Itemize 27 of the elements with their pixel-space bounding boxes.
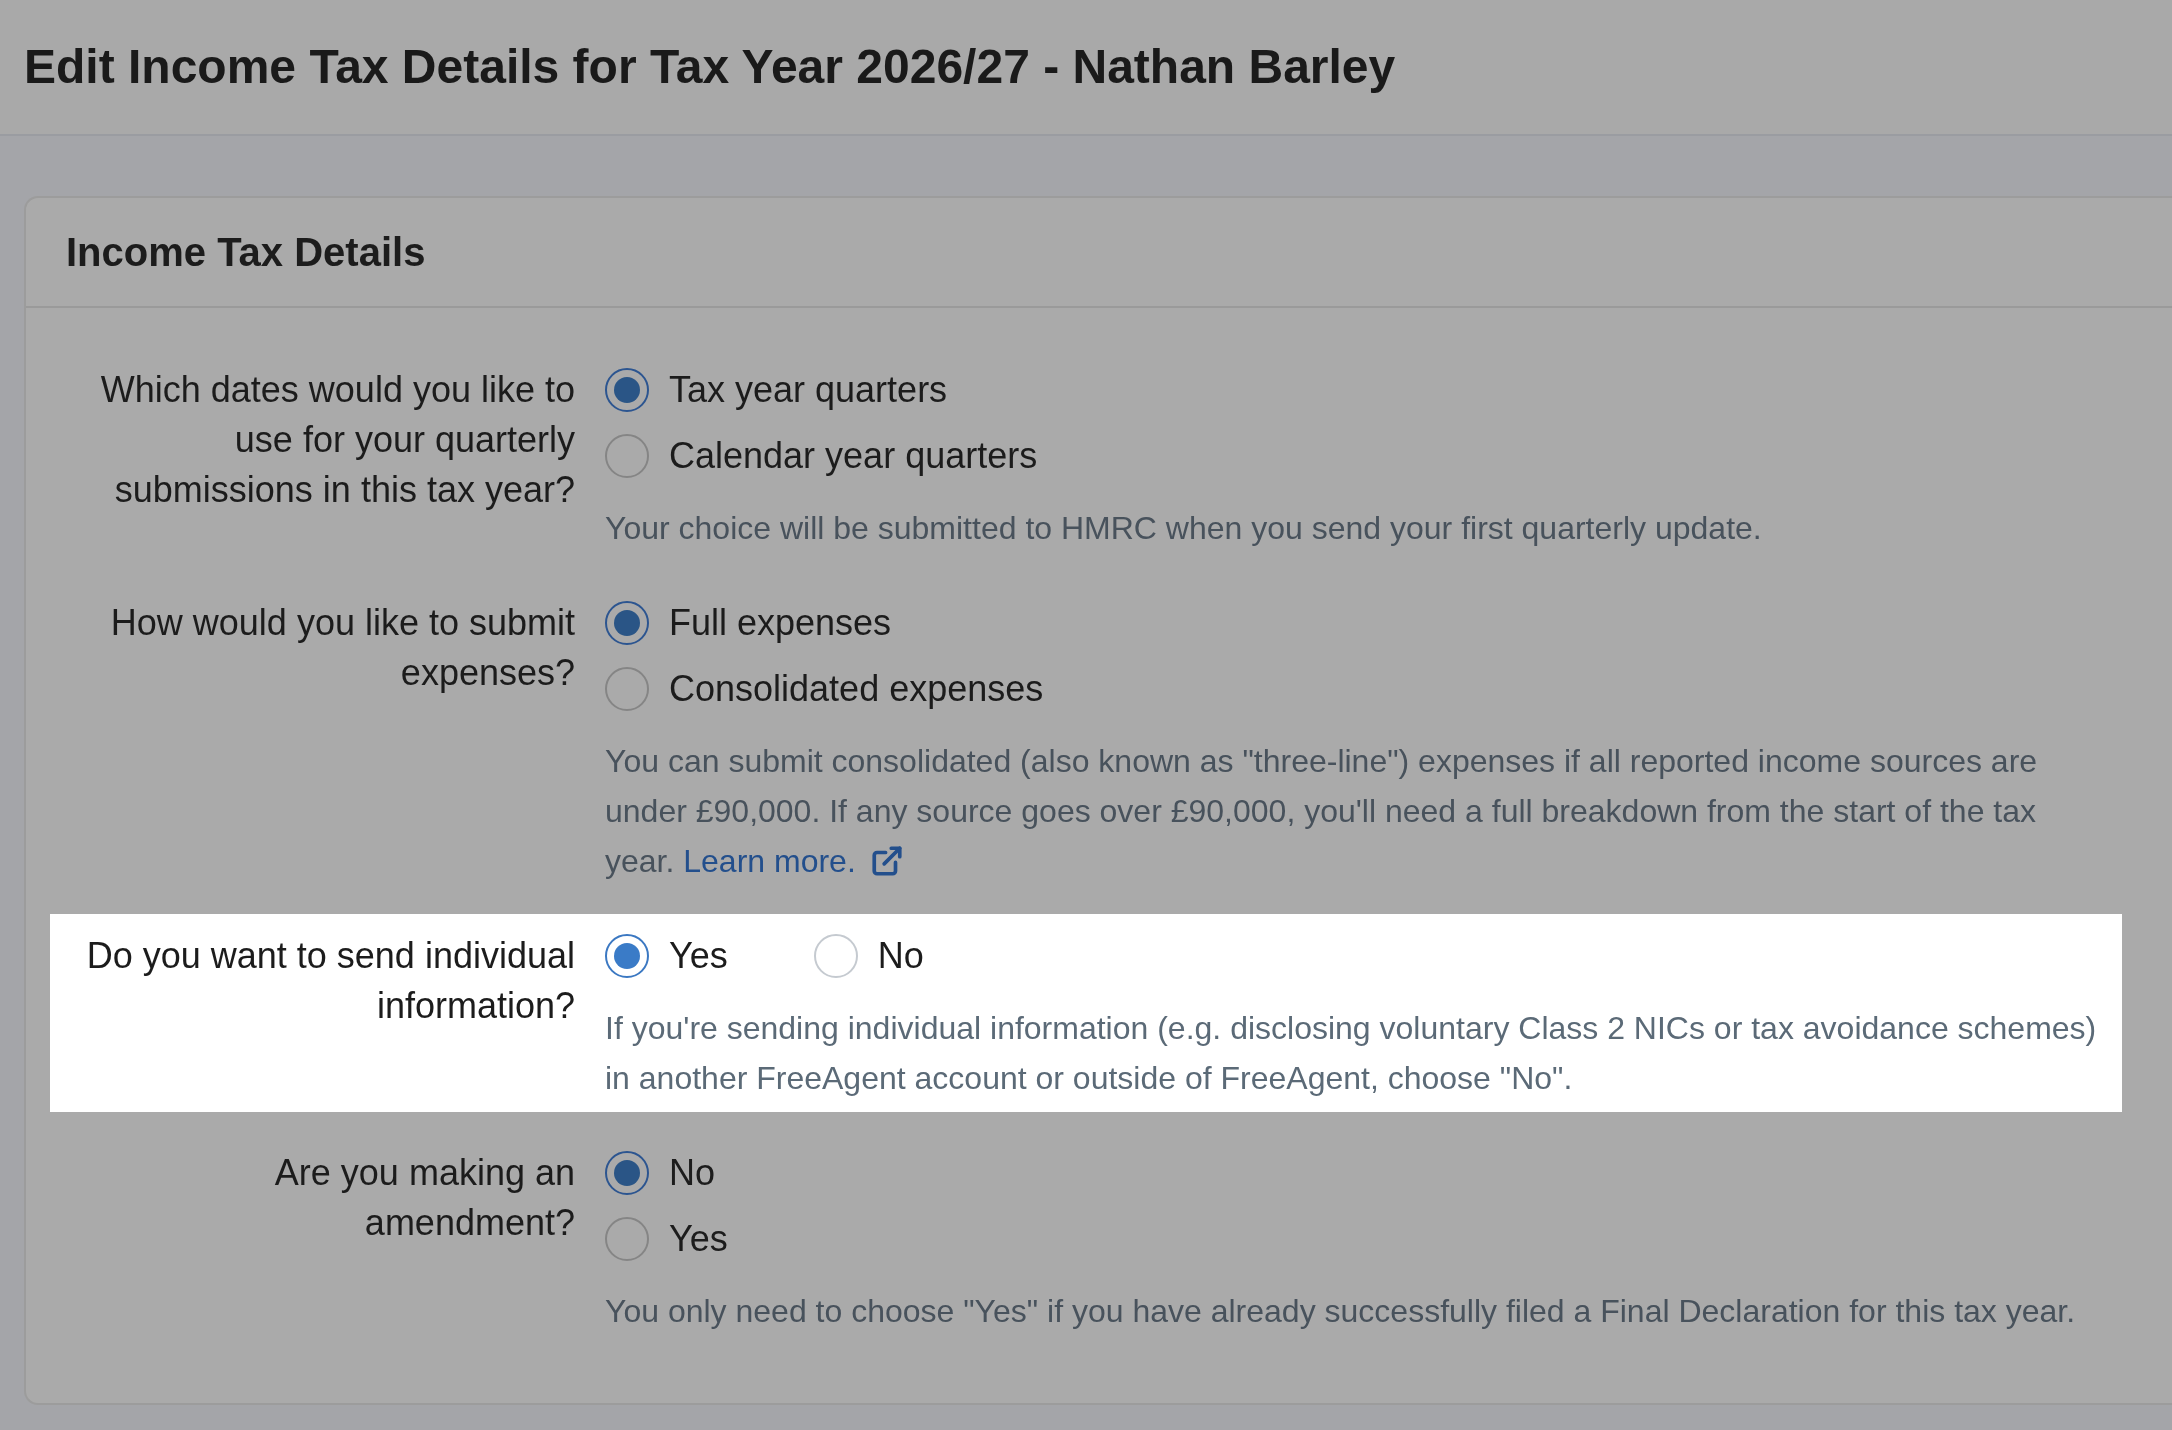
radio-button[interactable] [605, 1217, 649, 1261]
option-label: Tax year quarters [669, 368, 948, 412]
radio-button[interactable] [605, 934, 649, 978]
learn-more-link[interactable]: Learn more. [683, 836, 904, 886]
help-text: You only need to choose "Yes" if you have already successfully filed a Final Declaration for this tax year. [605, 1292, 2077, 1331]
help-text: Your choice will be submitted to HMRC when you send your first quarterly update. [605, 509, 1763, 548]
card-title: Income Tax Details [66, 232, 426, 272]
option-label: Yes [669, 934, 728, 978]
option-label: No [877, 934, 924, 978]
question-label: Which dates would you like to use for your quarterly submissions in this tax year? [99, 368, 575, 512]
option-label: Yes [669, 1217, 728, 1261]
radio-button[interactable] [605, 368, 649, 412]
radio-button[interactable] [605, 667, 649, 711]
radio-button[interactable] [605, 434, 649, 478]
option-label: No [669, 1151, 716, 1195]
external-link-icon [869, 844, 904, 878]
help-text: You can submit consolidated (also known as "three-line") expenses if all reported income sources are under £90,000. If any source goes over £90,000, you'll need a full breakdown from the start of the tax year. Learn more. [605, 736, 2108, 886]
help-text: If you're sending individual information (e.g. disclosing voluntary Class 2 NICs or tax avoidance schemes) in another FreeAgent account or outside of FreeAgent, choose "No". [605, 1009, 2098, 1098]
option-label: Calendar year quarters [669, 434, 1038, 478]
page-title: Edit Income Tax Details for Tax Year 2026/27 - Nathan Barley [24, 43, 1396, 91]
option-label: Full expenses [669, 601, 892, 645]
question-label: Are you making an amendment? [273, 1151, 575, 1245]
question-label: Do you want to send individual information? [85, 934, 575, 1028]
question-label: How would you like to submit expenses? [109, 601, 575, 695]
radio-button[interactable] [605, 601, 649, 645]
option-label: Consolidated expenses [669, 667, 1044, 711]
radio-button[interactable] [605, 1151, 649, 1195]
